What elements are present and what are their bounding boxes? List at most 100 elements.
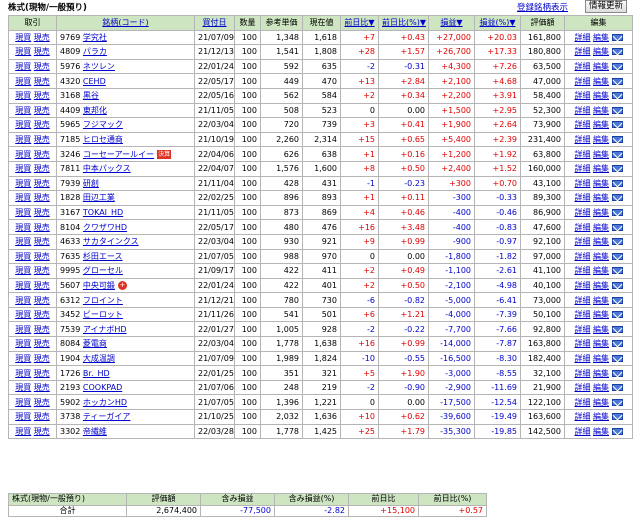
detail-link[interactable]: 詳細 (574, 296, 590, 305)
mail-icon[interactable] (611, 48, 623, 56)
sell-link[interactable]: 現売 (34, 223, 50, 232)
mail-icon[interactable] (611, 106, 623, 114)
mail-icon[interactable] (611, 252, 623, 260)
detail-link[interactable]: 詳細 (574, 354, 590, 363)
detail-link[interactable]: 詳細 (574, 33, 590, 42)
stock-name-link[interactable]: コーセーアールイー (83, 150, 154, 159)
buy-link[interactable]: 現買 (15, 179, 31, 188)
edit-link[interactable]: 編集 (593, 208, 609, 217)
mail-icon[interactable] (611, 238, 623, 246)
detail-link[interactable]: 詳細 (574, 369, 590, 378)
mail-icon[interactable] (611, 369, 623, 377)
stock-name-link[interactable]: パラカ (83, 47, 107, 56)
sell-link[interactable]: 現売 (34, 427, 50, 436)
edit-link[interactable]: 編集 (593, 91, 609, 100)
buy-link[interactable]: 現買 (15, 150, 31, 159)
mail-icon[interactable] (611, 384, 623, 392)
detail-link[interactable]: 詳細 (574, 106, 590, 115)
edit-link[interactable]: 編集 (593, 223, 609, 232)
detail-link[interactable]: 詳細 (574, 193, 590, 202)
buy-link[interactable]: 現買 (15, 164, 31, 173)
refresh-button[interactable]: 情報更新 (585, 0, 628, 13)
stock-name-link[interactable]: アイナボHD (83, 325, 127, 334)
edit-link[interactable]: 編集 (593, 427, 609, 436)
mail-icon[interactable] (611, 427, 623, 435)
col-date[interactable]: 買付日 (194, 15, 235, 31)
col-chg-pct[interactable]: 前日比(%)▼ (378, 15, 429, 31)
stock-name-link[interactable]: クワザワHD (83, 223, 127, 232)
col-name[interactable]: 銘柄(コード) (56, 15, 195, 31)
edit-link[interactable]: 編集 (593, 339, 609, 348)
detail-link[interactable]: 詳細 (574, 120, 590, 129)
sell-link[interactable]: 現売 (34, 281, 50, 290)
col-pl[interactable]: 損益▼ (428, 15, 475, 31)
sell-link[interactable]: 現売 (34, 237, 50, 246)
stock-name-link[interactable]: ホッカンHD (83, 398, 127, 407)
registered-stocks-link[interactable]: 登録銘柄表示 (517, 1, 568, 13)
mail-icon[interactable] (611, 325, 623, 333)
mail-icon[interactable] (611, 179, 623, 187)
buy-link[interactable]: 現買 (15, 427, 31, 436)
detail-link[interactable]: 詳細 (574, 427, 590, 436)
buy-link[interactable]: 現買 (15, 208, 31, 217)
stock-name-link[interactable]: 中本パックス (83, 164, 131, 173)
edit-link[interactable]: 編集 (593, 106, 609, 115)
sell-link[interactable]: 現売 (34, 296, 50, 305)
stock-name-link[interactable]: 学究社 (83, 33, 107, 42)
sell-link[interactable]: 現売 (34, 193, 50, 202)
edit-link[interactable]: 編集 (593, 281, 609, 290)
stock-name-link[interactable]: 東邦化 (83, 106, 107, 115)
detail-link[interactable]: 詳細 (574, 179, 590, 188)
edit-link[interactable]: 編集 (593, 150, 609, 159)
stock-name-link[interactable]: CEHD (83, 77, 106, 86)
buy-link[interactable]: 現買 (15, 135, 31, 144)
detail-link[interactable]: 詳細 (574, 266, 590, 275)
detail-link[interactable]: 詳細 (574, 237, 590, 246)
mail-icon[interactable] (611, 354, 623, 362)
mail-icon[interactable] (611, 209, 623, 217)
stock-name-link[interactable]: ヒロセ通商 (83, 135, 123, 144)
buy-link[interactable]: 現買 (15, 77, 31, 86)
detail-link[interactable]: 詳細 (574, 150, 590, 159)
mail-icon[interactable] (611, 33, 623, 41)
sell-link[interactable]: 現売 (34, 164, 50, 173)
mail-icon[interactable] (611, 223, 623, 231)
mail-icon[interactable] (611, 296, 623, 304)
buy-link[interactable]: 現買 (15, 383, 31, 392)
sell-link[interactable]: 現売 (34, 91, 50, 100)
edit-link[interactable]: 編集 (593, 135, 609, 144)
detail-link[interactable]: 詳細 (574, 208, 590, 217)
stock-name-link[interactable]: ネツレン (83, 62, 115, 71)
sell-link[interactable]: 現売 (34, 354, 50, 363)
buy-link[interactable]: 現買 (15, 296, 31, 305)
stock-name-link[interactable]: サカタインクス (83, 237, 139, 246)
edit-link[interactable]: 編集 (593, 62, 609, 71)
edit-link[interactable]: 編集 (593, 77, 609, 86)
sell-link[interactable]: 現売 (34, 339, 50, 348)
buy-link[interactable]: 現買 (15, 339, 31, 348)
buy-link[interactable]: 現買 (15, 266, 31, 275)
stock-name-link[interactable]: 中央可鍛 (83, 281, 115, 290)
stock-name-link[interactable]: COOKPAD (83, 383, 122, 392)
detail-link[interactable]: 詳細 (574, 412, 590, 421)
mail-icon[interactable] (611, 194, 623, 202)
sell-link[interactable]: 現売 (34, 106, 50, 115)
edit-link[interactable]: 編集 (593, 296, 609, 305)
stock-name-link[interactable]: 杉田エース (83, 252, 123, 261)
sell-link[interactable]: 現売 (34, 310, 50, 319)
sell-link[interactable]: 現売 (34, 62, 50, 71)
edit-link[interactable]: 編集 (593, 325, 609, 334)
edit-link[interactable]: 編集 (593, 164, 609, 173)
buy-link[interactable]: 現買 (15, 33, 31, 42)
stock-name-link[interactable]: 田辺工業 (83, 193, 115, 202)
buy-link[interactable]: 現買 (15, 354, 31, 363)
edit-link[interactable]: 編集 (593, 266, 609, 275)
mail-icon[interactable] (611, 150, 623, 158)
mail-icon[interactable] (611, 136, 623, 144)
edit-link[interactable]: 編集 (593, 310, 609, 319)
sell-link[interactable]: 現売 (34, 179, 50, 188)
sell-link[interactable]: 現売 (34, 266, 50, 275)
sell-link[interactable]: 現売 (34, 135, 50, 144)
detail-link[interactable]: 詳細 (574, 281, 590, 290)
sell-link[interactable]: 現売 (34, 398, 50, 407)
